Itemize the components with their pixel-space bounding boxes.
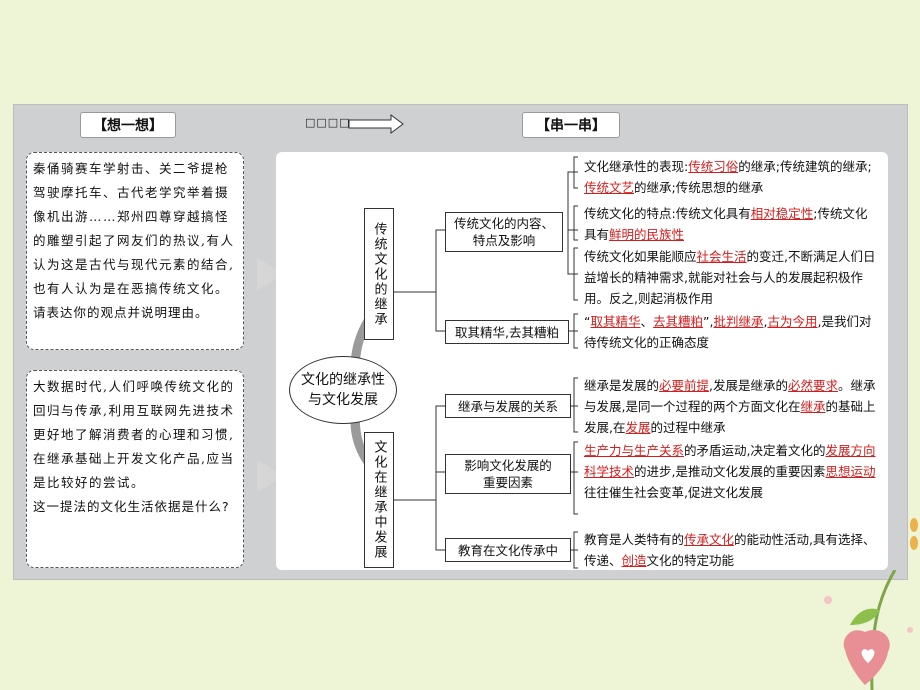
flower-decoration-icon: [824, 570, 913, 690]
text-education: 教育是人类特有的传承文化的能动性活动,具有选择、传递、创造文化的特定功能: [584, 529, 876, 571]
question-1-ask: 请表达你的观点并说明理由。: [33, 305, 209, 320]
node-factors: 影响文化发展的重要因素: [445, 454, 571, 494]
flow-arrow: □□□□: [305, 114, 405, 134]
text-part: 教育是人类特有的: [584, 532, 685, 547]
keyword: 取其精华: [590, 314, 641, 329]
text-part: 往往催生社会变革,促进文化发展: [584, 485, 763, 500]
keyword: 传统习俗: [688, 159, 739, 174]
keyword: 必要前提: [659, 378, 710, 393]
link-header: 【串一串】: [522, 112, 620, 138]
question-2-text: 大数据时代,人们呼唤传统文化的回归与传承,利用互联网先进技术更好地了解消费者的心…: [33, 379, 235, 490]
text-part: 文化的特定功能: [646, 553, 735, 568]
leaf-decoration-icon: [910, 518, 918, 550]
keyword: 思想运动: [825, 464, 876, 479]
node-education: 教育在文化传承中: [445, 538, 571, 562]
node-content-features: 传统文化的内容、特点及影响: [445, 212, 563, 252]
keyword: 鲜明的民族性: [609, 227, 685, 242]
keyword: 传统文艺: [584, 180, 635, 195]
keyword: 创造: [621, 553, 647, 568]
text-part: ”,: [703, 314, 714, 329]
keyword: 必然要求: [788, 378, 839, 393]
text-part: 的过程中继承: [650, 420, 726, 435]
text-part: 的继承;传统建筑的继承;: [738, 159, 872, 174]
keyword: 社会生活: [696, 249, 747, 264]
question-box-1: 秦俑骑赛车学射击、关二爷提枪驾驶摩托车、古代老学究举着摄像机出游……郑州四尊穿越…: [26, 152, 244, 350]
keyword: 相对稳定性: [750, 206, 814, 221]
keyword: 去其糟粕: [653, 314, 704, 329]
question-2-ask: 这一提法的文化生活依据是什么?: [33, 499, 230, 514]
node-essence: 取其精华,去其糟粕: [445, 320, 569, 344]
node-relation: 继承与发展的关系: [445, 394, 571, 418]
text-part: 继承是发展的: [584, 378, 660, 393]
keyword: 科学技术: [584, 464, 635, 479]
keyword: 发展: [625, 420, 651, 435]
text-correct-attitude: “取其精华、去其糟粕”,批判继承,古为今用,是我们对待传统文化的正确态度: [584, 311, 876, 353]
text-traditional-influence: 传统文化如果能顺应社会生活的变迁,不断满足人们日益增长的精神需求,就能对社会与人…: [584, 246, 876, 309]
text-relation: 继承是发展的必要前提,发展是继承的必然要求。继承与发展,是同一个过程的两个方面文…: [584, 375, 876, 438]
keyword: 传承文化: [684, 532, 735, 547]
question-box-2: 大数据时代,人们呼唤传统文化的回归与传承,利用互联网先进技术更好地了解消费者的心…: [26, 370, 244, 568]
keyword: 生产力与生产关系: [584, 443, 685, 458]
keyword: 发展方向: [825, 443, 876, 458]
text-part: 传统文化的特点:传统文化具有: [584, 206, 751, 221]
keyword: 批判继承: [713, 314, 764, 329]
text-part: 的矛盾运动,决定着文化的: [684, 443, 826, 458]
text-part: ,发展是继承的: [709, 378, 789, 393]
text-inheritance-forms: 文化继承性的表现:传统习俗的继承;传统建筑的继承; 传统文艺的继承;传统思想的继承: [584, 156, 876, 198]
keyword: 古为今用: [767, 314, 818, 329]
text-traditional-features: 传统文化的特点:传统文化具有相对稳定性;传统文化具有鲜明的民族性: [584, 203, 876, 245]
arrow-right-icon: [348, 114, 404, 134]
text-part: 的进步,是推动文化发展的重要因素: [634, 464, 826, 479]
branch-inheritance: 传统文化的继承: [364, 208, 394, 340]
branch-development: 文化在继承中发展: [364, 432, 394, 568]
text-part: 的继承;传统思想的继承: [634, 180, 764, 195]
center-node: 文化的继承性与文化发展: [289, 356, 397, 424]
text-part: 、: [640, 314, 654, 329]
keyword: 继承: [800, 399, 826, 414]
question-1-text: 秦俑骑赛车学射击、关二爷提枪驾驶摩托车、古代老学究举着摄像机出游……郑州四尊穿越…: [33, 161, 235, 296]
think-header: 【想一想】: [80, 112, 176, 138]
text-factors: 生产力与生产关系的矛盾运动,决定着文化的发展方向 科学技术的进步,是推动文化发展…: [584, 440, 876, 503]
text-part: 文化继承性的表现:: [584, 159, 689, 174]
text-part: 传统文化如果能顺应: [584, 249, 697, 264]
